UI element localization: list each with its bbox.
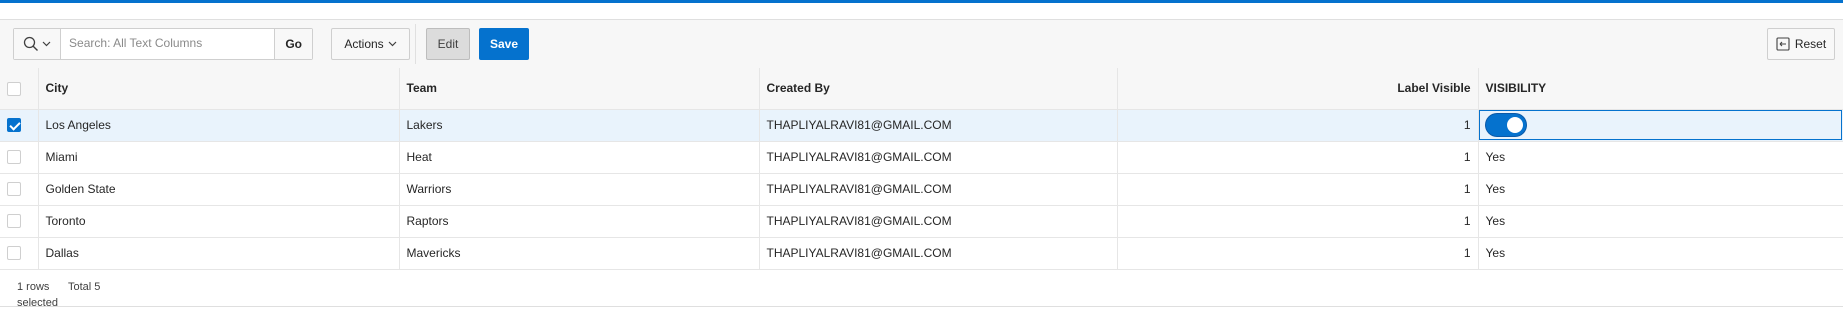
checkmark-icon[interactable] xyxy=(7,118,21,133)
row-select-cell[interactable] xyxy=(0,141,39,174)
visibility-cell[interactable]: Yes xyxy=(1478,237,1843,270)
data-grid: City Team Created By Label Visible VISIB… xyxy=(0,68,1843,270)
created-by-cell[interactable]: THAPLIYALRAVI81@GMAIL.COM xyxy=(759,237,1118,270)
row-checkbox[interactable] xyxy=(7,214,21,229)
chevron-down-icon xyxy=(42,41,51,47)
created-by-cell[interactable]: THAPLIYALRAVI81@GMAIL.COM xyxy=(759,205,1118,238)
search-column-menu-button[interactable] xyxy=(14,29,62,59)
actions-menu-button[interactable]: Actions xyxy=(331,28,410,60)
created-by-cell[interactable]: THAPLIYALRAVI81@GMAIL.COM xyxy=(759,109,1118,142)
column-header-label-visible[interactable]: Label Visible xyxy=(1117,68,1479,110)
table-row[interactable]: Toronto Raptors THAPLIYALRAVI81@GMAIL.CO… xyxy=(0,205,1843,238)
search-icon xyxy=(23,36,39,51)
table-row[interactable]: Miami Heat THAPLIYALRAVI81@GMAIL.COM 1 Y… xyxy=(0,141,1843,174)
search-input[interactable] xyxy=(61,29,275,57)
column-header-created-by[interactable]: Created By xyxy=(759,68,1118,110)
row-checkbox[interactable] xyxy=(7,182,21,197)
go-button[interactable]: Go xyxy=(274,29,312,59)
edit-button[interactable]: Edit xyxy=(426,28,470,60)
save-button[interactable]: Save xyxy=(479,28,529,60)
grid-toolbar: Go Actions Edit Save Reset xyxy=(0,20,1843,69)
label-visible-cell[interactable]: 1 xyxy=(1117,141,1479,174)
visibility-toggle[interactable] xyxy=(1485,114,1526,136)
table-row[interactable]: Los Angeles Lakers THAPLIYALRAVI81@GMAIL… xyxy=(0,109,1843,142)
row-select-cell[interactable] xyxy=(0,237,39,270)
team-cell[interactable]: Lakers xyxy=(399,109,760,142)
interactive-grid-region: Go Actions Edit Save Reset City xyxy=(0,19,1843,307)
city-cell[interactable]: Golden State xyxy=(38,173,400,206)
city-cell[interactable]: Toronto xyxy=(38,205,400,238)
label-visible-cell[interactable]: 1 xyxy=(1117,237,1479,270)
chevron-down-icon xyxy=(388,41,397,47)
label-visible-cell[interactable]: 1 xyxy=(1117,109,1479,142)
label-visible-cell[interactable]: 1 xyxy=(1117,205,1479,238)
team-cell[interactable]: Mavericks xyxy=(399,237,760,270)
reset-label: Reset xyxy=(1794,37,1827,51)
header-row: City Team Created By Label Visible VISIB… xyxy=(0,68,1843,110)
row-checkbox[interactable] xyxy=(7,150,21,165)
city-cell[interactable]: Dallas xyxy=(38,237,400,270)
team-cell[interactable]: Warriors xyxy=(399,173,760,206)
city-cell[interactable]: Miami xyxy=(38,141,400,174)
table-row[interactable]: Dallas Mavericks THAPLIYALRAVI81@GMAIL.C… xyxy=(0,237,1843,270)
visibility-cell[interactable]: Yes xyxy=(1478,205,1843,238)
select-all-cell[interactable] xyxy=(0,68,39,110)
toolbar-divider xyxy=(415,24,416,64)
column-header-team[interactable]: Team xyxy=(399,68,760,110)
label-visible-cell[interactable]: 1 xyxy=(1117,173,1479,206)
row-select-cell[interactable] xyxy=(0,109,39,142)
team-cell[interactable]: Heat xyxy=(399,141,760,174)
created-by-cell[interactable]: THAPLIYALRAVI81@GMAIL.COM xyxy=(759,141,1118,174)
table-row[interactable]: Golden State Warriors THAPLIYALRAVI81@GM… xyxy=(0,173,1843,206)
created-by-cell[interactable]: THAPLIYALRAVI81@GMAIL.COM xyxy=(759,173,1118,206)
top-accent-bar xyxy=(0,0,1843,3)
visibility-cell[interactable]: Yes xyxy=(1478,173,1843,206)
total-rows-status: Total 5 xyxy=(68,281,101,293)
reset-button[interactable]: Reset xyxy=(1767,28,1835,60)
select-all-checkbox[interactable] xyxy=(7,81,21,96)
reset-icon xyxy=(1776,37,1790,51)
visibility-cell[interactable]: Yes xyxy=(1478,141,1843,174)
toggle-knob xyxy=(1506,117,1523,133)
team-cell[interactable]: Raptors xyxy=(399,205,760,238)
row-checkbox[interactable] xyxy=(7,246,21,261)
visibility-cell-active[interactable] xyxy=(1478,109,1843,142)
column-header-visibility[interactable]: VISIBILITY xyxy=(1478,68,1843,110)
search-group: Go xyxy=(13,28,313,60)
row-select-cell[interactable] xyxy=(0,205,39,238)
actions-label: Actions xyxy=(344,37,384,51)
column-header-city[interactable]: City xyxy=(38,68,400,110)
row-select-cell[interactable] xyxy=(0,173,39,206)
city-cell[interactable]: Los Angeles xyxy=(38,109,400,142)
rows-selected-status: 1 rows selected xyxy=(17,281,58,309)
